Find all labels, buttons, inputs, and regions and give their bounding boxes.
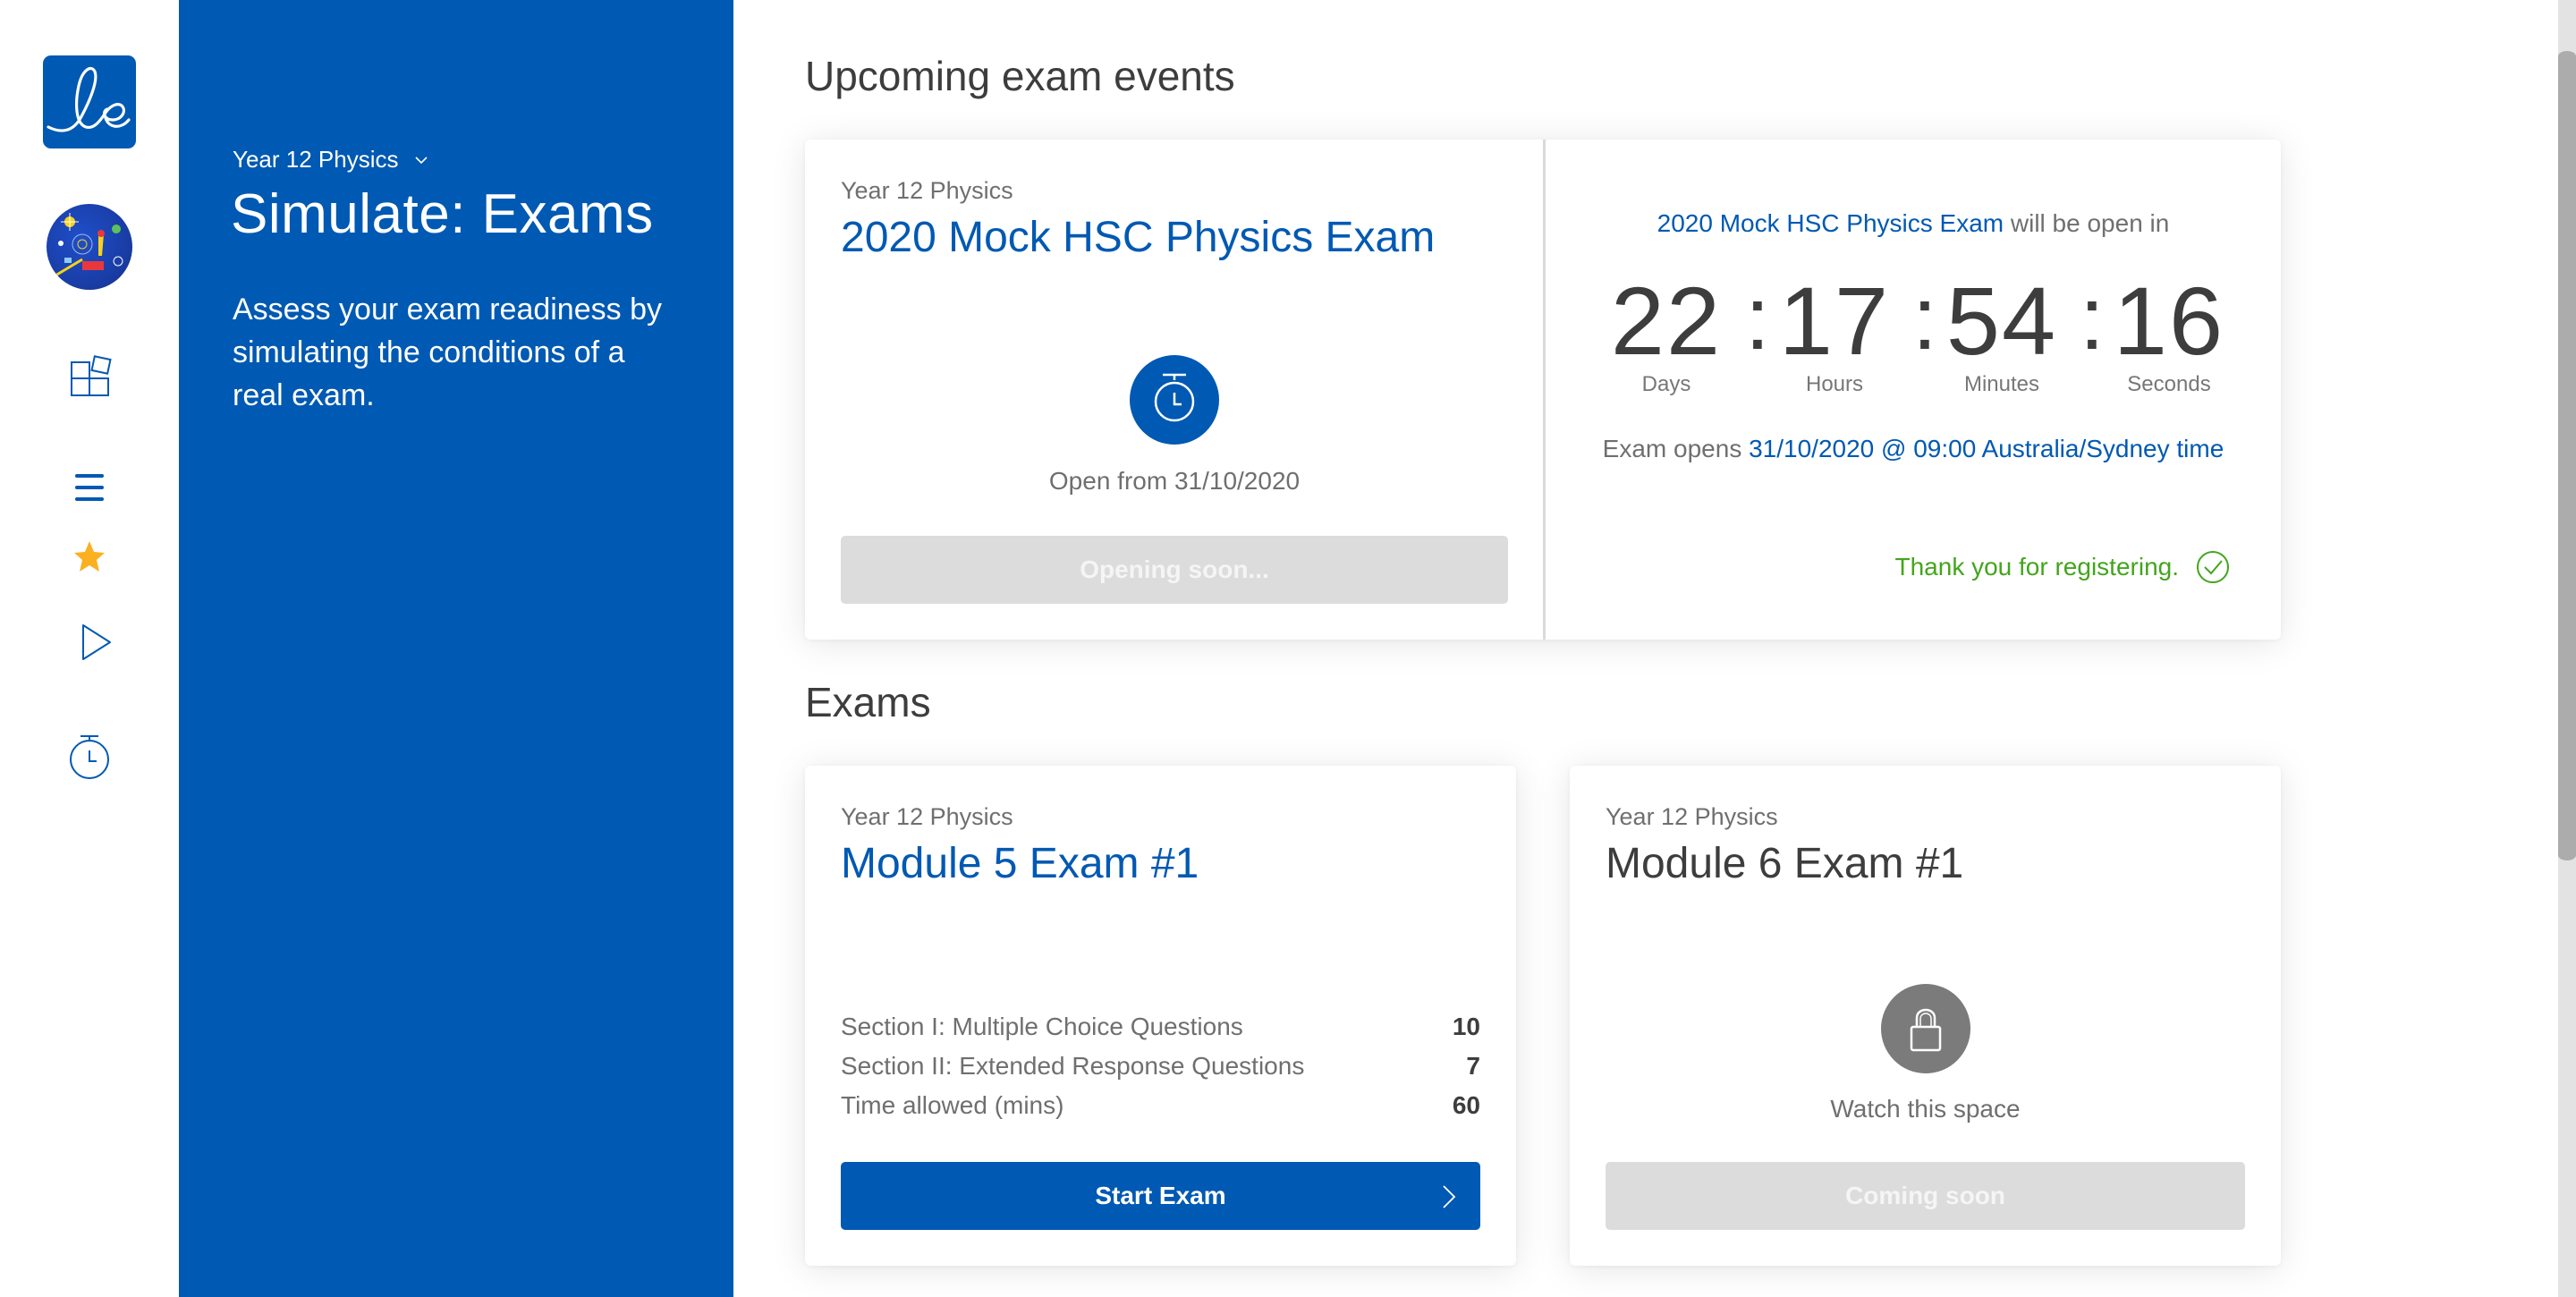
event-countdown-panel: 2020 Mock HSC Physics Exam will be open … bbox=[1546, 140, 2281, 640]
main-content: Upcoming exam events Year 12 Physics 202… bbox=[733, 0, 2558, 1297]
stat-label: Time allowed (mins) bbox=[841, 1091, 1064, 1119]
stopwatch-icon bbox=[1154, 373, 1195, 422]
nav-favourites[interactable] bbox=[63, 530, 116, 583]
exams-heading: Exams bbox=[805, 679, 931, 725]
exam-title: Module 6 Exam #1 bbox=[1606, 840, 1964, 887]
check-circle-icon bbox=[2197, 551, 2229, 583]
stat-value: 7 bbox=[1466, 1052, 1480, 1080]
coming-soon-button[interactable]: Coming soon bbox=[1606, 1162, 2245, 1230]
upcoming-heading: Upcoming exam events bbox=[805, 53, 1235, 99]
exam-course: Year 12 Physics bbox=[841, 803, 1013, 830]
countdown-minutes: 54 Minutes bbox=[1935, 263, 2069, 397]
watch-this-space-text: Watch this space bbox=[1830, 1095, 2021, 1123]
exam-title[interactable]: Module 5 Exam #1 bbox=[841, 839, 1199, 888]
countdown-hours: 17 Hours bbox=[1767, 263, 1902, 397]
registration-status: Thank you for registering. bbox=[1895, 549, 2232, 585]
countdown-timer: 22 Days : 17 Hours : 54 Minutes : 16 Sec… bbox=[1599, 263, 2225, 397]
start-exam-button[interactable]: Start Exam bbox=[841, 1162, 1480, 1230]
countdown-days: 22 Days bbox=[1599, 263, 1733, 397]
stopwatch-icon bbox=[70, 735, 109, 779]
countdown-value: 54 bbox=[1945, 267, 2058, 375]
countdown-seconds: 16 Seconds bbox=[2102, 263, 2236, 397]
opens-prefix: Exam opens bbox=[1602, 435, 1750, 462]
countdown-separator: : bbox=[1912, 268, 1937, 369]
nav-list[interactable] bbox=[63, 461, 116, 514]
event-link[interactable]: 2020 Mock HSC Physics Exam bbox=[1657, 209, 2004, 237]
nav-dashboard[interactable] bbox=[63, 349, 116, 403]
app-logo[interactable] bbox=[43, 55, 136, 148]
countdown-value: 22 bbox=[1610, 267, 1723, 375]
event-summary: Year 12 Physics 2020 Mock HSC Physics Ex… bbox=[805, 140, 1544, 640]
opening-soon-button[interactable]: Opening soon... bbox=[841, 536, 1508, 604]
page-scrollbar[interactable] bbox=[2558, 0, 2576, 1297]
event-course: Year 12 Physics bbox=[841, 177, 1013, 204]
nav-exams[interactable] bbox=[63, 729, 116, 783]
stat-multiple-choice: Section I: Multiple Choice Questions 10 bbox=[841, 1013, 1480, 1041]
lock-icon bbox=[1910, 1008, 1942, 1052]
opens-datetime: 31/10/2020 @ 09:00 Australia/Sydney time bbox=[1749, 435, 2224, 462]
countdown-separator: : bbox=[1745, 268, 1770, 369]
scrollbar-thumb[interactable] bbox=[2558, 51, 2576, 860]
hamburger-icon bbox=[75, 474, 104, 501]
logo-script-icon bbox=[47, 66, 131, 132]
registered-text: Thank you for registering. bbox=[1894, 553, 2180, 581]
icon-rail bbox=[0, 0, 179, 1297]
chevron-right-icon bbox=[1443, 1185, 1456, 1208]
locked-badge bbox=[1881, 984, 1970, 1073]
stat-value: 10 bbox=[1452, 1013, 1480, 1040]
opening-soon-label: Opening soon... bbox=[1080, 555, 1269, 583]
will-open-text: 2020 Mock HSC Physics Exam will be open … bbox=[1546, 209, 2281, 238]
course-avatar[interactable] bbox=[47, 204, 132, 290]
page-description: Assess your exam readiness by simulating… bbox=[233, 292, 662, 412]
chevron-down-icon bbox=[415, 156, 428, 164]
countdown-separator: : bbox=[2080, 268, 2105, 369]
stat-extended-response: Section II: Extended Response Questions … bbox=[841, 1052, 1480, 1081]
nav-play[interactable] bbox=[63, 615, 116, 669]
exam-card: Year 12 Physics Module 6 Exam #1 Watch t… bbox=[1570, 766, 2281, 1266]
page-header-panel: Year 12 Physics Simulate: Exams Assess y… bbox=[179, 0, 733, 1297]
countdown-value: 17 bbox=[1778, 267, 1891, 375]
exam-card: Year 12 Physics Module 5 Exam #1 Section… bbox=[805, 766, 1516, 1266]
countdown-value: 16 bbox=[2113, 267, 2225, 375]
event-status-badge bbox=[1130, 355, 1219, 445]
start-exam-label: Start Exam bbox=[1095, 1182, 1226, 1209]
course-selector-label: Year 12 Physics bbox=[233, 146, 399, 173]
grid-icon bbox=[71, 355, 112, 396]
physics-illustration-icon bbox=[55, 213, 123, 277]
upcoming-event-card: Year 12 Physics 2020 Mock HSC Physics Ex… bbox=[805, 140, 2281, 640]
exam-course: Year 12 Physics bbox=[1606, 803, 1778, 830]
coming-soon-label: Coming soon bbox=[1845, 1182, 2005, 1209]
will-open-suffix: will be open in bbox=[2004, 209, 2170, 237]
stat-value: 60 bbox=[1452, 1091, 1480, 1119]
event-title[interactable]: 2020 Mock HSC Physics Exam bbox=[841, 213, 1435, 262]
stat-time-allowed: Time allowed (mins) 60 bbox=[841, 1091, 1480, 1120]
stat-label: Section I: Multiple Choice Questions bbox=[841, 1013, 1243, 1040]
stat-label: Section II: Extended Response Questions bbox=[841, 1052, 1305, 1080]
play-icon bbox=[82, 624, 111, 660]
page-title: Simulate: Exams bbox=[231, 183, 654, 245]
course-selector[interactable]: Year 12 Physics bbox=[233, 146, 428, 174]
star-icon bbox=[74, 541, 105, 572]
event-open-date: Open from 31/10/2020 bbox=[1048, 467, 1301, 495]
exam-opens-text: Exam opens 31/10/2020 @ 09:00 Australia/… bbox=[1546, 435, 2281, 463]
